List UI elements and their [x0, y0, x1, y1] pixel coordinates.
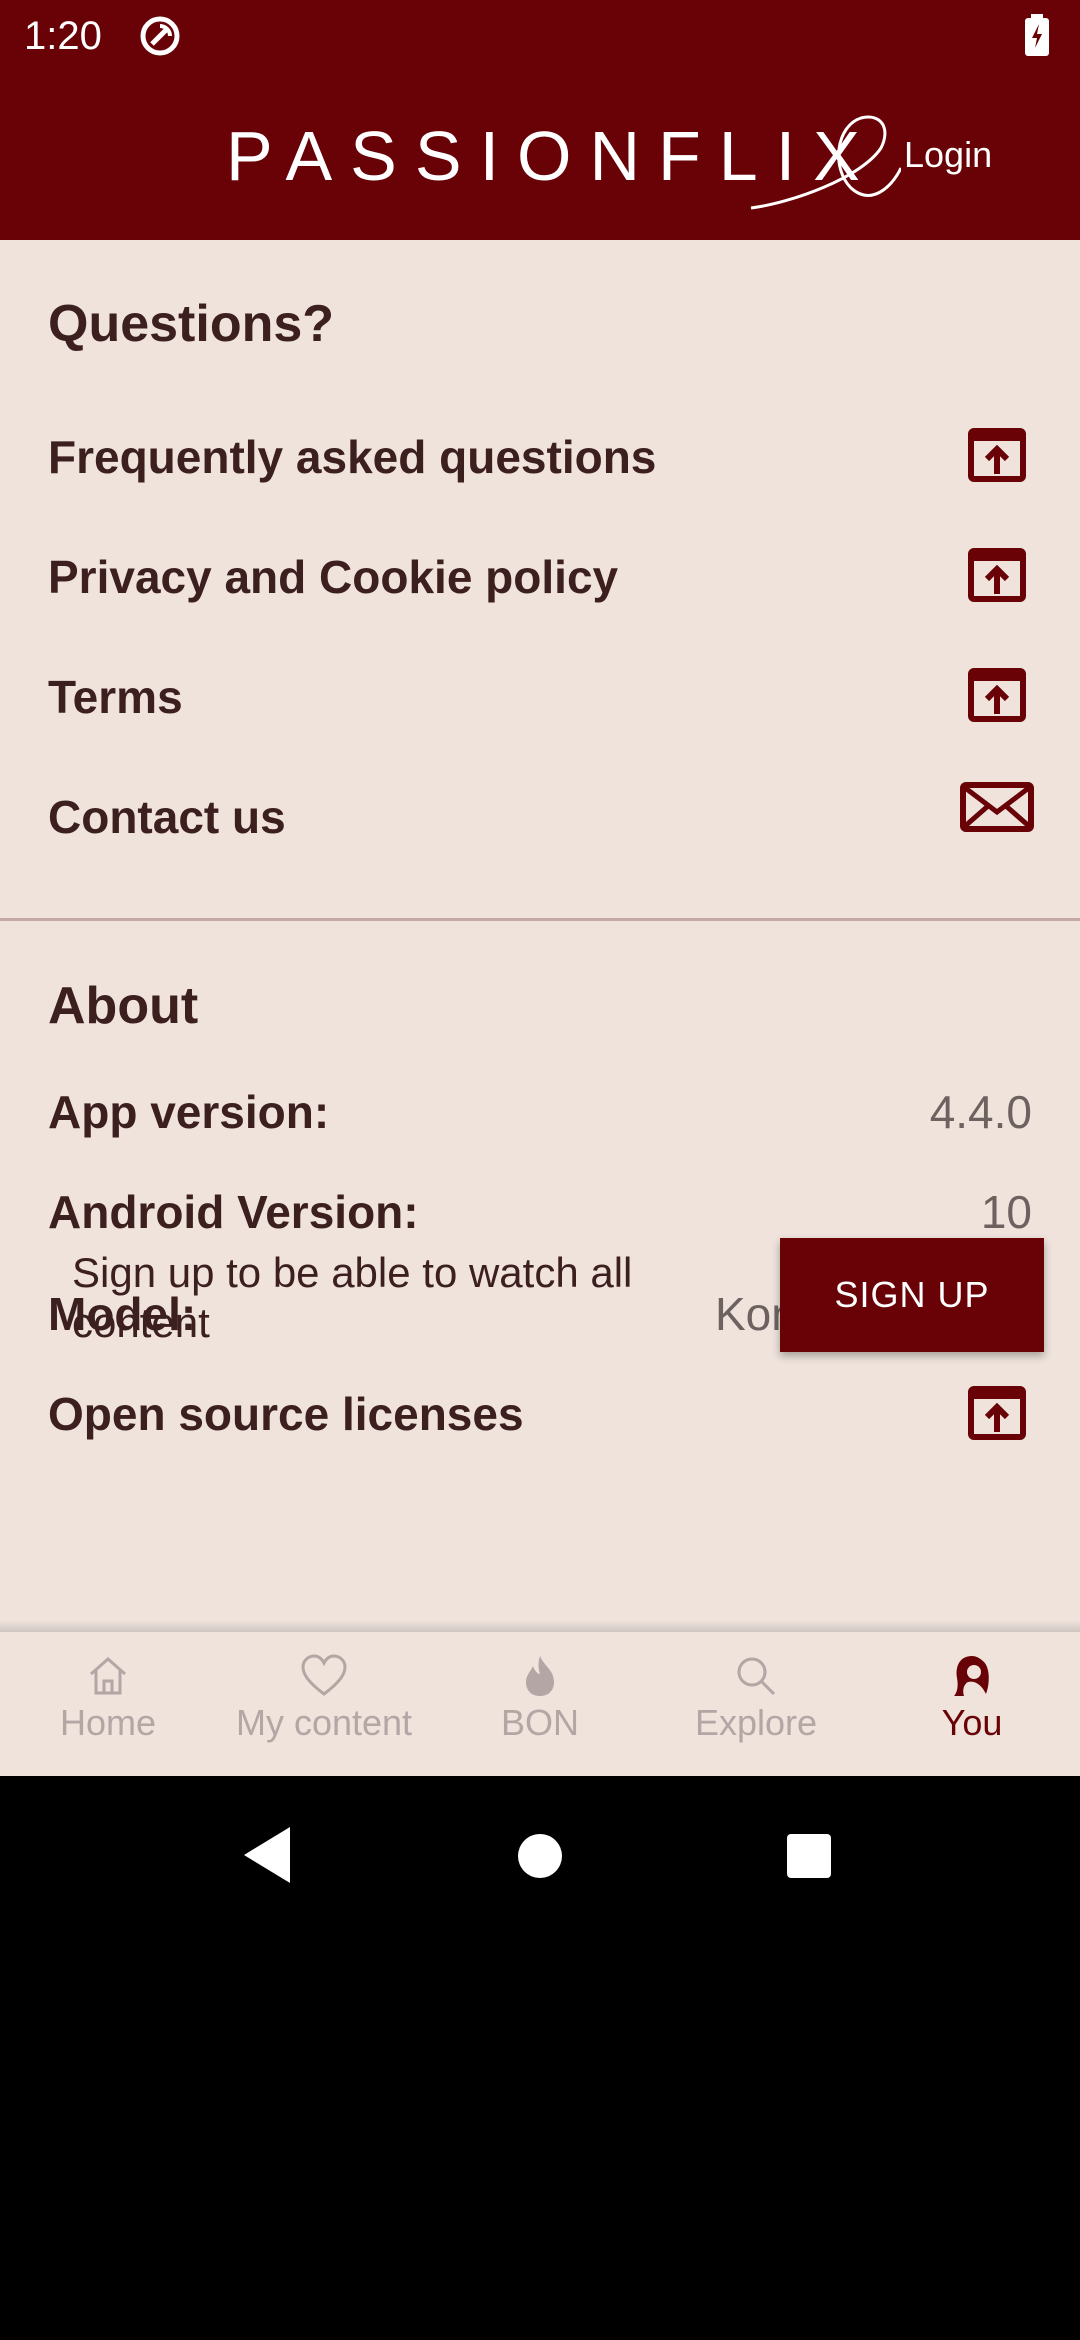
privacy-label: Privacy and Cookie policy: [48, 551, 619, 603]
open-external-icon: [968, 668, 1026, 722]
app-version-value: 4.4.0: [929, 1086, 1032, 1138]
app-version-label: App version:: [48, 1086, 330, 1138]
faq-label: Frequently asked questions: [48, 431, 657, 483]
status-time: 1:20: [24, 14, 102, 58]
android-version-label: Android Version:: [48, 1186, 419, 1238]
tab-you-label: You: [941, 1702, 1003, 1743]
recents-icon[interactable]: [787, 1834, 831, 1878]
tab-my-content[interactable]: My content: [216, 1632, 432, 1776]
back-icon[interactable]: [244, 1827, 290, 1883]
tab-home-label: Home: [59, 1702, 157, 1743]
tab-you[interactable]: You: [864, 1632, 1080, 1776]
login-link[interactable]: Login: [904, 134, 992, 176]
tab-home[interactable]: Home: [0, 1632, 216, 1776]
open-external-icon: [968, 1386, 1026, 1440]
about-title: About: [48, 977, 199, 1035]
sign-up-button[interactable]: SIGN UP: [780, 1238, 1044, 1352]
app-version-row: App version: 4.4.0: [0, 1062, 1080, 1162]
terms-row[interactable]: Terms: [0, 642, 1080, 752]
signup-prompt-text: Sign up to be able to watch all content: [72, 1249, 633, 1346]
search-icon: [737, 1657, 776, 1696]
licenses-label: Open source licenses: [48, 1388, 524, 1440]
mail-icon: [960, 782, 1034, 832]
contact-label: Contact us: [48, 791, 286, 843]
home-circle-icon[interactable]: [518, 1834, 562, 1878]
tab-bon-label: BON: [500, 1702, 579, 1743]
flame-icon: [526, 1656, 554, 1696]
tab-explore[interactable]: Explore: [648, 1632, 864, 1776]
battery-icon: [1025, 14, 1049, 56]
tabbar-shadow: [0, 1620, 1080, 1632]
system-nav-bar: [0, 1776, 1080, 2340]
bottom-tab-bar: Home My content BON Explore You: [0, 1632, 1080, 1776]
sync-icon: [140, 16, 180, 56]
profile-icon: [954, 1656, 989, 1696]
terms-label: Terms: [48, 671, 183, 723]
privacy-row[interactable]: Privacy and Cookie policy: [0, 522, 1080, 632]
app-header: PASSIONFLIX Login: [0, 72, 1080, 240]
faq-row[interactable]: Frequently asked questions: [0, 402, 1080, 512]
open-external-icon: [968, 548, 1026, 602]
tab-explore-label: Explore: [694, 1702, 818, 1743]
contact-row[interactable]: Contact us: [0, 762, 1080, 872]
licenses-row[interactable]: Open source licenses: [0, 1364, 1080, 1464]
tab-my-content-label: My content: [235, 1702, 413, 1743]
settings-content[interactable]: Questions? Frequently asked questions Pr…: [0, 240, 1080, 1632]
status-bar: 1:20: [0, 0, 1080, 72]
passionflix-logo: PASSIONFLIX: [226, 108, 906, 218]
tab-bon[interactable]: BON: [432, 1632, 648, 1776]
heart-icon: [301, 1654, 347, 1696]
section-divider: [0, 918, 1080, 921]
questions-title: Questions?: [48, 295, 335, 353]
open-external-icon: [968, 428, 1026, 482]
home-icon: [90, 1656, 126, 1695]
